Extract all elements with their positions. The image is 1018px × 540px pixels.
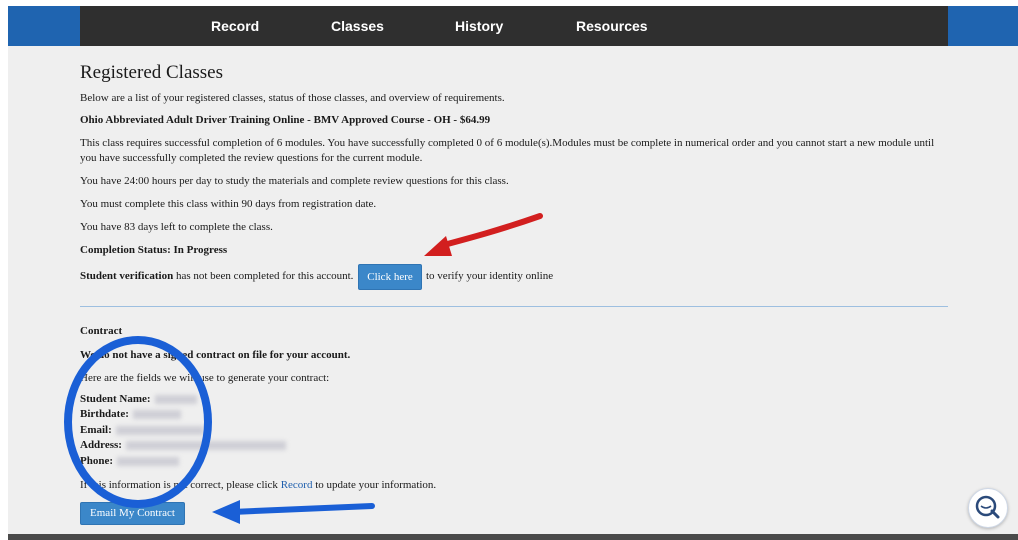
within-days-text: You must complete this class within 90 d… <box>80 198 377 210</box>
days-left-text: You have 83 days left to complete the cl… <box>80 221 273 233</box>
completion-status: Completion Status: In Progress <box>80 244 228 256</box>
section-divider <box>80 306 948 307</box>
field-label: Email: <box>80 424 112 436</box>
record-link[interactable]: Record <box>281 479 313 491</box>
field-label: Student Name: <box>80 393 151 405</box>
chat-support-button[interactable] <box>968 488 1008 528</box>
intro-text: Below are a list of your registered clas… <box>80 92 505 104</box>
verification-text: has not been completed for this account. <box>173 270 354 282</box>
bottom-bar <box>8 534 1018 540</box>
top-navbar: Record Classes History Resources <box>80 6 948 46</box>
redacted-value <box>117 456 179 466</box>
no-contract-text: We do not have a signed contract on file… <box>80 349 351 361</box>
header-band-left <box>8 6 80 46</box>
redacted-value <box>154 394 197 404</box>
field-label: Address: <box>80 439 122 451</box>
field-email: Email: <box>80 423 204 438</box>
chat-support-icon <box>975 495 1000 519</box>
nav-item-history[interactable]: History <box>455 6 503 46</box>
update-suffix: to update your information. <box>312 479 437 491</box>
verify-suffix-text: to verify your identity online <box>426 270 554 282</box>
contract-heading: Contract <box>80 325 123 337</box>
field-phone: Phone: <box>80 454 179 469</box>
redacted-value <box>115 425 204 435</box>
update-prefix: If this information is not correct, plea… <box>80 479 281 491</box>
field-address: Address: <box>80 438 286 453</box>
redacted-value <box>125 440 286 450</box>
modules-text: This class requires successful completio… <box>80 137 935 164</box>
contract-fields-intro: Here are the fields we will use to gener… <box>80 372 330 384</box>
field-label: Phone: <box>80 455 113 467</box>
nav-item-resources[interactable]: Resources <box>576 6 648 46</box>
main-content-area: Registered Classes Below are a list of y… <box>8 46 1018 534</box>
page-title: Registered Classes <box>80 62 224 83</box>
update-info-text: If this information is not correct, plea… <box>80 478 436 493</box>
nav-item-classes[interactable]: Classes <box>331 6 384 46</box>
course-title: Ohio Abbreviated Adult Driver Training O… <box>80 114 491 126</box>
field-birthdate: Birthdate: <box>80 407 181 422</box>
field-student-name: Student Name: <box>80 392 197 407</box>
hours-text: You have 24:00 hours per day to study th… <box>80 175 509 187</box>
verification-label: Student verification <box>80 270 174 282</box>
field-label: Birthdate: <box>80 408 129 420</box>
nav-item-record[interactable]: Record <box>211 6 259 46</box>
email-my-contract-button[interactable]: Email My Contract <box>80 502 185 525</box>
header-band-right <box>948 6 1018 46</box>
verification-row: Student verification has not been comple… <box>80 269 353 284</box>
redacted-value <box>132 409 181 419</box>
click-here-button[interactable]: Click here <box>358 264 422 290</box>
